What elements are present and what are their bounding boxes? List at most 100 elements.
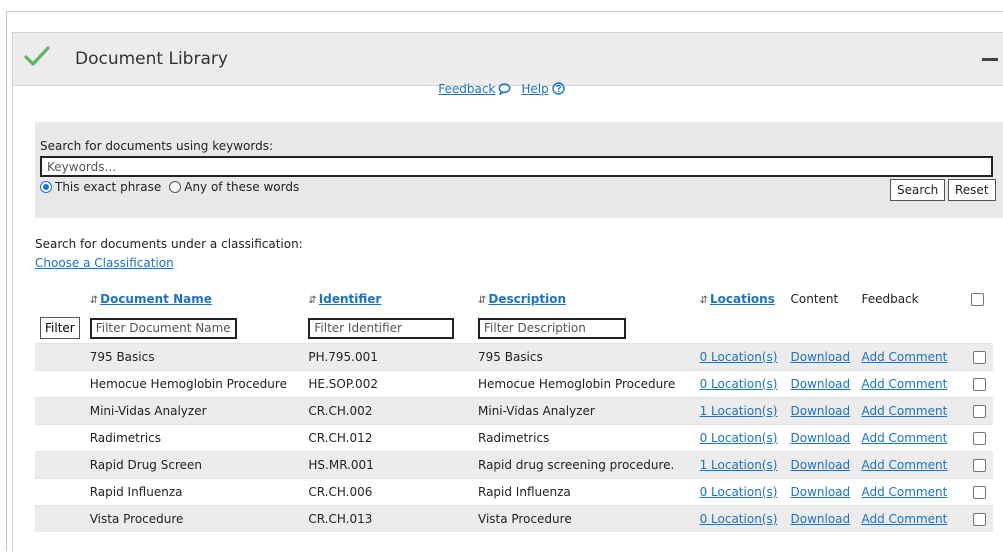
header-document-name[interactable]: ⇵ Document Name	[85, 284, 304, 314]
cell-description: 795 Basics	[473, 342, 695, 370]
filter-description-input[interactable]	[478, 317, 626, 339]
add-comment-link[interactable]: Add Comment	[861, 458, 947, 472]
search-button[interactable]: Search	[890, 179, 946, 201]
cell-document-name: Hemocue Hemoglobin Procedure	[84, 369, 304, 397]
table-row: Mini-Vidas Analyzer CR.CH.002 Mini-Vidas…	[35, 396, 993, 424]
sort-identifier-link[interactable]: Identifier	[319, 292, 382, 306]
help-link[interactable]: Help	[521, 82, 548, 96]
filter-identifier-input[interactable]	[308, 317, 455, 339]
sort-icon: ⇵	[308, 295, 317, 306]
sort-icon: ⇵	[478, 295, 487, 306]
filter-row: Filter	[35, 314, 993, 343]
choose-classification-link[interactable]: Choose a Classification	[35, 256, 174, 270]
row-checkbox[interactable]	[973, 512, 987, 526]
locations-link[interactable]: 0 Location(s)	[700, 350, 778, 364]
any-words-radio[interactable]	[169, 181, 182, 193]
table-header-row: ⇵ Document Name ⇵ Identifier ⇵ Description …	[35, 284, 993, 314]
add-comment-link[interactable]: Add Comment	[861, 377, 947, 391]
download-link[interactable]: Download	[791, 377, 851, 391]
keyword-search-section: Search for documents using keywords: Thi…	[35, 122, 1003, 218]
feedback-link[interactable]: Feedback	[438, 82, 495, 96]
cell-document-name: Rapid Drug Screen	[84, 450, 304, 478]
filter-button[interactable]: Filter	[40, 317, 80, 340]
header-content: Content	[790, 292, 839, 306]
any-words-label[interactable]: Any of these words	[184, 180, 299, 194]
filter-document-name-input[interactable]	[89, 317, 237, 339]
add-comment-link[interactable]: Add Comment	[861, 431, 947, 445]
cell-description: Rapid drug screening procedure.	[473, 450, 695, 478]
sort-icon: ⇵	[699, 295, 708, 306]
download-link[interactable]: Download	[791, 404, 851, 418]
cell-document-name: Mini-Vidas Analyzer	[84, 396, 304, 424]
locations-link[interactable]: 1 Location(s)	[700, 404, 778, 418]
header-feedback: Feedback	[861, 292, 919, 306]
table-row: Hemocue Hemoglobin Procedure HE.SOP.002 …	[35, 369, 993, 397]
download-link[interactable]: Download	[791, 458, 851, 472]
cell-identifier: HE.SOP.002	[303, 369, 473, 397]
table-row: Radimetrics CR.CH.012 Radimetrics 0 Loca…	[35, 423, 993, 451]
table-row: Rapid Drug Screen HS.MR.001 Rapid drug s…	[35, 450, 993, 478]
cell-identifier: CR.CH.002	[303, 396, 473, 424]
keywords-input[interactable]	[40, 156, 993, 177]
cell-identifier: CR.CH.012	[303, 423, 473, 451]
cell-document-name: Rapid Influenza	[84, 477, 304, 505]
question-circle-icon[interactable]	[552, 82, 565, 95]
download-link[interactable]: Download	[791, 512, 851, 526]
sort-description-link[interactable]: Description	[488, 292, 566, 306]
header-select-all	[966, 284, 993, 314]
locations-link[interactable]: 0 Location(s)	[700, 431, 778, 445]
select-all-checkbox[interactable]	[971, 293, 985, 306]
documents-table: ⇵ Document Name ⇵ Identifier ⇵ Description …	[35, 284, 993, 532]
cell-description: Mini-Vidas Analyzer	[473, 396, 695, 424]
download-link[interactable]: Download	[791, 431, 851, 445]
help-links: Feedback Help	[0, 82, 1003, 96]
cell-identifier: PH.795.001	[303, 342, 473, 370]
keyword-search-label: Search for documents using keywords:	[40, 139, 273, 153]
table-row: Vista Procedure CR.CH.013 Vista Procedur…	[35, 504, 993, 532]
exact-phrase-radio[interactable]	[40, 181, 52, 193]
cell-document-name: Radimetrics	[84, 423, 304, 451]
reset-button[interactable]: Reset	[948, 179, 996, 201]
cell-description: Radimetrics	[473, 423, 695, 451]
add-comment-link[interactable]: Add Comment	[861, 404, 947, 418]
row-checkbox[interactable]	[973, 404, 987, 418]
sort-locations-link[interactable]: Locations	[710, 292, 775, 306]
row-checkbox[interactable]	[973, 458, 987, 472]
row-checkbox[interactable]	[973, 431, 987, 445]
cell-document-name: Vista Procedure	[84, 504, 304, 532]
locations-link[interactable]: 1 Location(s)	[700, 458, 778, 472]
sort-document-name-link[interactable]: Document Name	[100, 292, 212, 306]
header-description[interactable]: ⇵ Description	[473, 284, 695, 314]
cell-identifier: CR.CH.006	[303, 477, 473, 505]
download-link[interactable]: Download	[791, 485, 851, 499]
exact-phrase-label[interactable]: This exact phrase	[55, 180, 161, 194]
cell-description: Rapid Influenza	[473, 477, 695, 505]
cell-identifier: HS.MR.001	[303, 450, 473, 478]
row-checkbox[interactable]	[973, 350, 987, 364]
locations-link[interactable]: 0 Location(s)	[700, 512, 778, 526]
speech-bubble-icon[interactable]	[498, 83, 511, 95]
locations-link[interactable]: 0 Location(s)	[700, 377, 778, 391]
add-comment-link[interactable]: Add Comment	[861, 512, 947, 526]
cell-description: Vista Procedure	[473, 504, 695, 532]
cell-document-name: 795 Basics	[84, 342, 304, 370]
minus-icon[interactable]	[982, 51, 998, 67]
check-icon	[24, 46, 50, 66]
download-link[interactable]: Download	[791, 350, 851, 364]
header-identifier[interactable]: ⇵ Identifier	[303, 284, 473, 314]
panel-title: Document Library	[75, 49, 228, 69]
row-checkbox[interactable]	[973, 377, 987, 391]
classification-label: Search for documents under a classificat…	[35, 237, 303, 251]
locations-link[interactable]: 0 Location(s)	[700, 485, 778, 499]
cell-description: Hemocue Hemoglobin Procedure	[473, 369, 695, 397]
header-spacer	[35, 284, 85, 314]
panel-header[interactable]: Document Library	[13, 33, 1003, 86]
add-comment-link[interactable]: Add Comment	[861, 485, 947, 499]
cell-identifier: CR.CH.013	[303, 504, 473, 532]
sort-icon: ⇵	[89, 295, 99, 306]
table-row: 795 Basics PH.795.001 795 Basics 0 Locat…	[35, 342, 993, 370]
add-comment-link[interactable]: Add Comment	[861, 350, 947, 364]
table-row: Rapid Influenza CR.CH.006 Rapid Influenz…	[35, 477, 993, 505]
header-locations[interactable]: ⇵ Locations	[695, 284, 786, 314]
row-checkbox[interactable]	[973, 485, 987, 499]
